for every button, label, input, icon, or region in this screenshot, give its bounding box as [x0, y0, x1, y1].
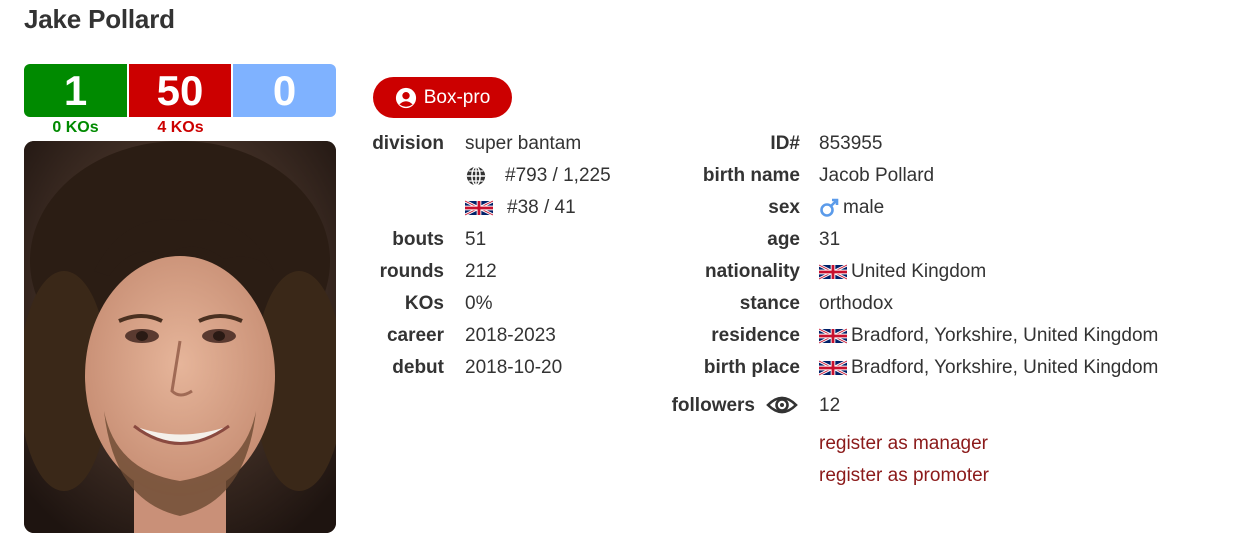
bouts-label: bouts [392, 229, 444, 250]
career-label: career [386, 325, 444, 346]
rounds-label: rounds [379, 261, 444, 282]
kos-value: 0% [465, 293, 493, 314]
world-rank-value: #793 / 1,225 [505, 165, 611, 186]
uk-flag-icon [819, 327, 847, 345]
world-rank[interactable]: #793 / 1,225 [465, 165, 611, 187]
sex-label: sex [768, 197, 800, 218]
age-value: 31 [819, 229, 841, 250]
id-label: ID# [770, 133, 800, 154]
sex-value: male [819, 197, 884, 219]
globe-icon [466, 166, 486, 186]
id-value: 853955 [819, 133, 883, 154]
user-circle-icon [395, 87, 416, 108]
age-label: age [767, 229, 800, 250]
followers-label: followers [671, 395, 755, 416]
country-rank[interactable]: #38 / 41 [465, 197, 576, 219]
division-value[interactable]: super bantam [465, 133, 581, 155]
nationality-text: United Kingdom [851, 261, 987, 282]
division-label: division [372, 133, 444, 154]
stance-label: stance [739, 293, 800, 314]
residence-text: Bradford, Yorkshire, United Kingdom [851, 325, 1159, 346]
followers-value: 12 [819, 395, 841, 416]
register-promoter-link[interactable]: register as promoter [819, 465, 989, 487]
residence-label: residence [711, 325, 800, 346]
stance-value: orthodox [819, 293, 893, 314]
birth-place-label: birth place [703, 357, 800, 378]
losses-count: 50 [129, 64, 231, 117]
birth-place-value[interactable]: Bradford, Yorkshire, United Kingdom [819, 357, 1158, 379]
sport-badge-label: Box-pro [423, 86, 491, 108]
nationality-value[interactable]: United Kingdom [819, 261, 986, 283]
boxer-name: Jake Pollard [24, 4, 175, 34]
residence-value[interactable]: Bradford, Yorkshire, United Kingdom [819, 325, 1158, 347]
loss-kos: 4 KOs [157, 119, 204, 136]
draws-count: 0 [233, 64, 336, 117]
birth-name-label: birth name [702, 165, 800, 186]
birth-name-value: Jacob Pollard [819, 165, 935, 186]
nationality-label: nationality [704, 261, 800, 282]
debut-value[interactable]: 2018-10-20 [465, 357, 562, 379]
sex-text: male [843, 197, 885, 218]
career-value: 2018-2023 [465, 325, 556, 346]
country-rank-value: #38 / 41 [507, 197, 576, 218]
uk-flag-icon [465, 199, 493, 217]
uk-flag-icon [819, 359, 847, 377]
boxer-photo [24, 141, 336, 533]
male-icon [820, 198, 839, 217]
rounds-value: 212 [465, 261, 497, 282]
bouts-value: 51 [465, 229, 487, 250]
sport-badge[interactable]: Box-pro [373, 77, 512, 118]
wins-count: 1 [24, 64, 127, 117]
kos-label: KOs [404, 293, 444, 314]
eye-icon[interactable] [766, 392, 798, 418]
birth-place-text: Bradford, Yorkshire, United Kingdom [851, 357, 1159, 378]
win-kos: 0 KOs [52, 119, 99, 136]
register-manager-link[interactable]: register as manager [819, 433, 988, 455]
uk-flag-icon [819, 263, 847, 281]
debut-label: debut [392, 357, 444, 378]
